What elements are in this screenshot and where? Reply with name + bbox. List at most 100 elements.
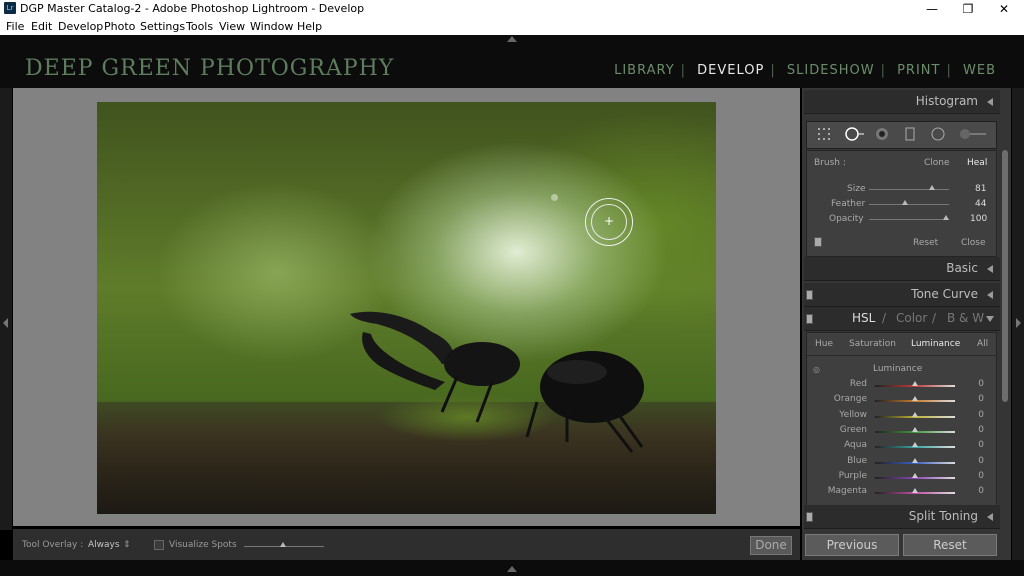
hsl-row-value[interactable]: 0 — [978, 440, 984, 450]
previous-button[interactable]: Previous — [805, 534, 899, 556]
menu-help[interactable]: Help — [297, 20, 322, 33]
module-print[interactable]: PRINT — [897, 63, 940, 78]
brush-reset-button[interactable]: Reset — [913, 238, 938, 248]
color-tab[interactable]: Color — [896, 311, 927, 325]
module-slideshow[interactable]: SLIDESHOW — [787, 63, 875, 78]
radial-filter-icon[interactable] — [931, 127, 945, 141]
panel-switch-icon[interactable] — [806, 314, 813, 324]
collapse-top-arrow-icon[interactable] — [507, 36, 517, 42]
hsl-row-aqua: Aqua 0 — [807, 439, 996, 454]
luminance-subtab[interactable]: Luminance — [911, 339, 960, 349]
window-title: DGP Master Catalog-2 - Adobe Photoshop L… — [20, 2, 365, 15]
hsl-row-value[interactable]: 0 — [978, 410, 984, 420]
panel-collapse-arrow-icon[interactable] — [987, 265, 993, 273]
hsl-row-slider-thumb[interactable] — [912, 442, 918, 448]
menu-edit[interactable]: Edit — [31, 20, 52, 33]
hsl-row-slider-thumb[interactable] — [912, 488, 918, 494]
visualize-spots-slider-thumb[interactable] — [280, 542, 286, 547]
red-eye-icon[interactable] — [875, 127, 889, 141]
target-adjust-icon[interactable]: ◎ — [813, 365, 820, 374]
hsl-row-value[interactable]: 0 — [978, 394, 984, 404]
module-library[interactable]: LIBRARY — [614, 63, 675, 78]
saturation-subtab[interactable]: Saturation — [849, 339, 896, 349]
tool-overlay-select[interactable]: Always — [88, 540, 120, 550]
brush-close-button[interactable]: Close — [961, 238, 986, 248]
menu-settings[interactable]: Settings — [140, 20, 185, 33]
graduated-filter-icon[interactable] — [903, 127, 917, 141]
hsl-tab[interactable]: HSL — [852, 311, 875, 325]
expand-left-arrow-icon[interactable] — [3, 318, 8, 328]
photo-canvas[interactable] — [97, 102, 716, 514]
size-slider-thumb[interactable] — [929, 185, 935, 190]
panel-scrollbar[interactable] — [1002, 150, 1008, 402]
adjustment-brush-icon[interactable] — [959, 127, 987, 141]
all-subtab[interactable]: All — [977, 339, 988, 349]
hsl-row-label: Aqua — [844, 440, 867, 451]
hsl-row-slider-thumb[interactable] — [912, 396, 918, 402]
size-slider[interactable] — [869, 189, 949, 190]
panel-collapse-arrow-icon[interactable] — [987, 98, 993, 106]
menu-window[interactable]: Window — [250, 20, 293, 33]
feather-value[interactable]: 44 — [975, 199, 986, 209]
panel-switch-icon[interactable] — [814, 237, 822, 247]
histogram-panel-header[interactable]: Histogram — [804, 90, 1000, 114]
opacity-slider[interactable] — [869, 219, 949, 220]
spot-removal-icon[interactable] — [845, 127, 865, 141]
close-window-button[interactable]: ✕ — [986, 0, 1022, 18]
panel-collapse-arrow-icon[interactable] — [987, 513, 993, 521]
hsl-row-value[interactable]: 0 — [978, 486, 984, 496]
dust-spot — [551, 194, 558, 201]
hsl-row-blue: Blue 0 — [807, 455, 996, 470]
tool-overlay-label: Tool Overlay : — [22, 540, 84, 550]
hsl-row-value[interactable]: 0 — [978, 379, 984, 389]
opacity-slider-thumb[interactable] — [943, 215, 949, 220]
opacity-value[interactable]: 100 — [970, 214, 987, 224]
hsl-row-label: Red — [849, 379, 867, 389]
hsl-row-slider-thumb[interactable] — [912, 426, 918, 432]
hue-subtab[interactable]: Hue — [815, 339, 833, 349]
dropdown-chevron-icon[interactable]: ⇕ — [123, 540, 131, 550]
right-edge — [1012, 88, 1024, 560]
hsl-row-slider-thumb[interactable] — [912, 381, 918, 386]
maximize-button[interactable]: ❐ — [950, 0, 986, 18]
menu-develop[interactable]: Develop — [58, 20, 103, 33]
hsl-row-value[interactable]: 0 — [978, 456, 984, 466]
hsl-row-value[interactable]: 0 — [978, 425, 984, 435]
brush-heal-button[interactable]: Heal — [967, 158, 987, 168]
panel-collapse-arrow-icon[interactable] — [987, 291, 993, 299]
hsl-panel-header[interactable]: HSL / Color / B & W — [804, 307, 1000, 331]
hsl-row-slider-thumb[interactable] — [912, 457, 918, 463]
reset-button[interactable]: Reset — [903, 534, 997, 556]
panel-expand-arrow-icon[interactable] — [986, 316, 994, 322]
expand-filmstrip-arrow-icon[interactable] — [507, 566, 517, 572]
hsl-row-value[interactable]: 0 — [978, 471, 984, 481]
done-button[interactable]: Done — [750, 536, 792, 555]
feather-slider-thumb[interactable] — [902, 200, 908, 205]
panel-switch-icon[interactable] — [806, 512, 813, 522]
hsl-row-green: Green 0 — [807, 424, 996, 439]
filmstrip-bar-collapsed — [0, 560, 1024, 576]
brush-clone-button[interactable]: Clone — [924, 158, 950, 168]
split-toning-panel-header[interactable]: Split Toning — [804, 505, 1000, 529]
size-value[interactable]: 81 — [975, 184, 986, 194]
hsl-row-slider-thumb[interactable] — [912, 411, 918, 417]
hsl-row-slider-thumb[interactable] — [912, 472, 918, 478]
hsl-subtabs: Hue Saturation Luminance All — [807, 333, 996, 356]
collapse-right-arrow-icon[interactable] — [1016, 318, 1021, 328]
minimize-button[interactable]: — — [914, 0, 950, 18]
hsl-row-magenta: Magenta 0 — [807, 485, 996, 500]
tone-curve-panel-header[interactable]: Tone Curve — [804, 283, 1000, 307]
module-web[interactable]: WEB — [963, 63, 996, 78]
identity-plate: DEEP GREEN PHOTOGRAPHY — [25, 56, 395, 81]
grid-icon[interactable] — [817, 127, 831, 141]
menu-tools[interactable]: Tools — [186, 20, 213, 33]
menu-view[interactable]: View — [219, 20, 245, 33]
bw-tab[interactable]: B & W — [947, 311, 984, 325]
visualize-spots-checkbox[interactable] — [154, 540, 164, 550]
basic-panel-header[interactable]: Basic — [804, 257, 1000, 281]
module-develop[interactable]: DEVELOP — [697, 63, 764, 78]
menu-photo[interactable]: Photo — [104, 20, 135, 33]
feather-slider[interactable] — [869, 204, 949, 205]
panel-switch-icon[interactable] — [806, 290, 813, 300]
menu-file[interactable]: File — [6, 20, 24, 33]
